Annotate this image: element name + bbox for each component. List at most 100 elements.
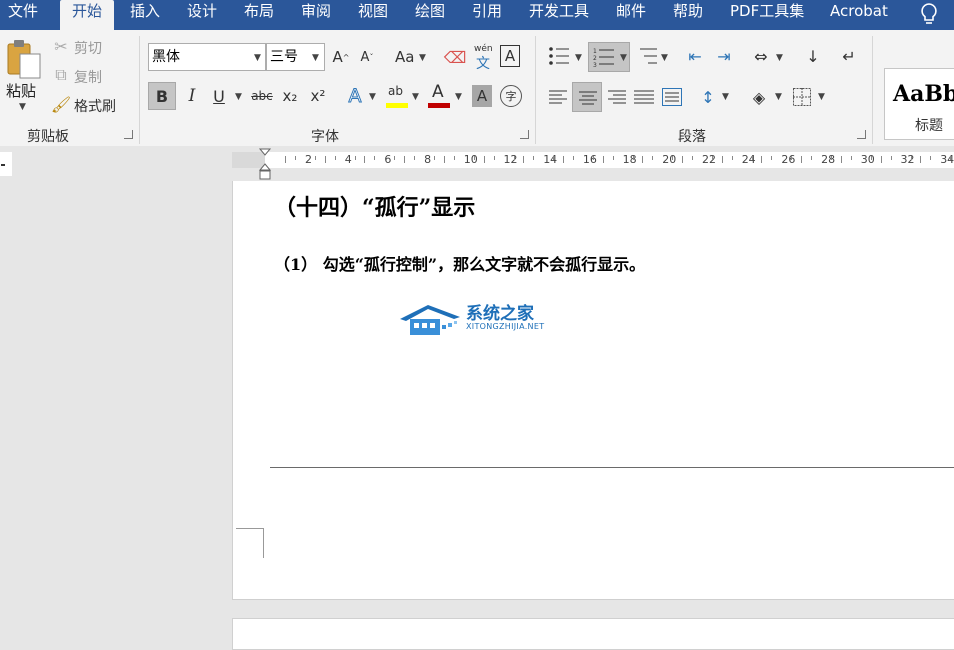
grow-font-icon[interactable]: A ^: [331, 46, 351, 68]
chevron-down-icon[interactable]: ▼: [776, 53, 783, 63]
ruler-number: 16: [582, 153, 597, 166]
strikethrough-button[interactable]: abc: [250, 83, 274, 109]
clipboard-dialog-launcher[interactable]: [124, 130, 133, 139]
cut-button[interactable]: 剪切: [74, 38, 102, 58]
distributed-icon[interactable]: [662, 88, 682, 106]
justify-icon[interactable]: [634, 89, 654, 105]
ruler-tick: [414, 156, 416, 160]
font-group-label: 字体: [311, 129, 339, 145]
bullets-icon[interactable]: [548, 46, 570, 66]
shrink-font-icon[interactable]: Aˇ: [357, 46, 377, 68]
tab-insert[interactable]: 插入: [130, 0, 160, 30]
align-center-button[interactable]: [572, 82, 602, 112]
svg-text:3: 3: [593, 62, 597, 67]
underline-button[interactable]: U: [208, 83, 230, 109]
ruler-number: 24: [741, 153, 756, 166]
format-painter-icon: 🖌: [50, 94, 72, 114]
ruler-tick: [374, 156, 376, 160]
ruler-number: 10: [463, 153, 478, 166]
clear-formatting-icon[interactable]: ⌫: [444, 46, 467, 68]
chevron-down-icon[interactable]: ▼: [818, 92, 825, 102]
tab-layout[interactable]: 布局: [244, 0, 274, 30]
tab-references[interactable]: 引用: [472, 0, 502, 30]
ruler-number: 18: [622, 153, 637, 166]
document-paragraph[interactable]: （1） 勾选“孤行控制”，那么文字就不会孤行显示。: [274, 251, 645, 275]
tab-view[interactable]: 视图: [358, 0, 388, 30]
change-case-button[interactable]: Aa: [395, 48, 414, 66]
line-spacing-icon[interactable]: ↕: [697, 85, 719, 109]
sort-icon[interactable]: ↓: [802, 44, 824, 68]
chinese-layout-icon[interactable]: ⇔: [750, 45, 772, 67]
ruler-tick: [523, 156, 525, 163]
font-dialog-launcher[interactable]: [520, 130, 529, 139]
tab-design[interactable]: 设计: [187, 0, 217, 30]
bold-button[interactable]: B: [148, 82, 176, 110]
character-border-button[interactable]: A: [500, 45, 520, 67]
highlight-color-button[interactable]: ab: [386, 84, 408, 110]
next-document-page[interactable]: [232, 618, 954, 650]
style-name: 标题: [915, 118, 943, 134]
indent-marker-icon[interactable]: [259, 148, 271, 182]
italic-button[interactable]: I: [180, 83, 204, 109]
tab-file[interactable]: 文件: [8, 0, 38, 30]
borders-icon[interactable]: [793, 88, 811, 106]
paste-icon[interactable]: [6, 38, 42, 80]
decrease-indent-icon[interactable]: ⇤: [684, 45, 706, 67]
tab-draw[interactable]: 绘图: [415, 0, 445, 30]
superscript-button[interactable]: x²: [307, 83, 329, 109]
ribbon-tab-bar: 文件 开始 插入 设计 布局 审阅 视图 绘图 引用 开发工具 邮件 帮助 PD…: [0, 0, 954, 30]
style-gallery-heading[interactable]: AaBb 标题: [884, 68, 954, 140]
chevron-down-icon[interactable]: ▼: [722, 92, 729, 102]
tab-home[interactable]: 开始: [60, 0, 115, 30]
chevron-down-icon[interactable]: ▼: [775, 92, 782, 102]
phonetic-guide-char: 文: [476, 56, 490, 72]
paste-button[interactable]: 粘贴: [6, 80, 36, 101]
chevron-down-icon[interactable]: ▼: [412, 92, 419, 102]
chevron-down-icon[interactable]: ▼: [369, 92, 376, 102]
ruler-tick: [285, 156, 286, 163]
chevron-down-icon[interactable]: ▼: [575, 53, 582, 63]
font-family-select[interactable]: 黑体: [148, 43, 266, 71]
tab-mailings[interactable]: 邮件: [616, 0, 646, 30]
paste-dropdown-caret[interactable]: ▼: [19, 102, 26, 112]
multilevel-list-icon[interactable]: [636, 46, 658, 66]
enclose-characters-button[interactable]: 字: [500, 85, 522, 107]
ruler-tick: [721, 156, 723, 163]
ruler-tick: [761, 156, 763, 163]
character-shading-button[interactable]: A: [472, 85, 492, 107]
format-painter-button[interactable]: 格式刷: [74, 96, 116, 116]
ruler-tick: [950, 156, 952, 160]
document-heading[interactable]: （十四）“孤行”显示: [274, 190, 475, 222]
show-formatting-marks-icon[interactable]: ↵: [838, 44, 860, 68]
chevron-down-icon[interactable]: ▼: [455, 92, 462, 102]
document-page[interactable]: [232, 181, 954, 600]
chevron-down-icon[interactable]: ▼: [235, 92, 242, 102]
paragraph-dialog-launcher[interactable]: [857, 130, 866, 139]
chevron-down-icon[interactable]: ▼: [661, 53, 668, 63]
align-right-icon[interactable]: [606, 89, 626, 105]
tab-acrobat[interactable]: Acrobat: [830, 0, 888, 30]
subscript-button[interactable]: x₂: [279, 83, 301, 109]
align-left-icon[interactable]: [549, 89, 569, 105]
tab-help[interactable]: 帮助: [673, 0, 703, 30]
ruler-tick: [840, 156, 842, 163]
ruler-tick: [592, 156, 594, 160]
copy-button[interactable]: 复制: [74, 67, 102, 87]
ruler-number: 12: [503, 153, 518, 166]
tab-pdf-tools[interactable]: PDF工具集: [730, 0, 804, 30]
phonetic-guide-button[interactable]: wén 文: [472, 44, 494, 72]
text-effects-button[interactable]: A: [344, 83, 366, 109]
tab-developer[interactable]: 开发工具: [529, 0, 589, 30]
ruler-tick: [850, 156, 852, 160]
ruler-tick: [553, 156, 555, 160]
numbering-button[interactable]: 1 2 3 ▼: [588, 42, 630, 72]
lightbulb-icon[interactable]: [918, 2, 940, 26]
shading-icon[interactable]: ◈: [748, 85, 770, 109]
ruler-number: 30: [860, 153, 875, 166]
ruler-number: 8: [424, 153, 432, 166]
font-color-button[interactable]: A: [428, 82, 450, 110]
ruler-number: 32: [900, 153, 915, 166]
increase-indent-icon[interactable]: ⇥: [713, 45, 735, 67]
tab-review[interactable]: 审阅: [301, 0, 331, 30]
ruler-tick: [811, 156, 813, 160]
